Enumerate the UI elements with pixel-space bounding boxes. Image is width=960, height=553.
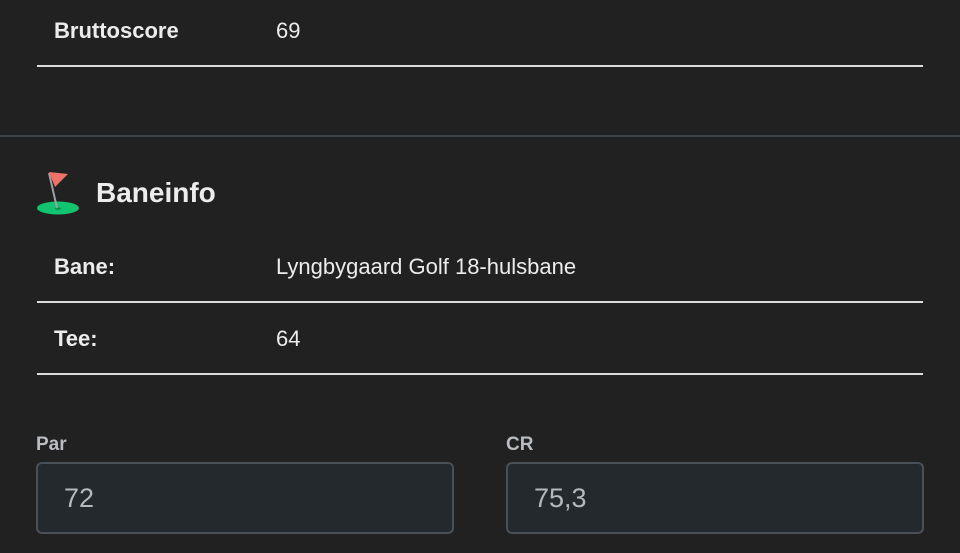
page: Bruttoscore 69 Baneinfo Bane: Lyngbygaar…	[0, 0, 960, 553]
row-label: Bane:	[54, 254, 116, 279]
info-row-tee: Tee: 64	[37, 304, 923, 375]
row-value: 69	[276, 18, 301, 43]
section-header-baneinfo: Baneinfo	[36, 168, 216, 218]
cr-field: CR	[506, 432, 924, 534]
score-row-bruttoscore: Bruttoscore 69	[37, 0, 923, 67]
row-label: Tee:	[54, 325, 98, 351]
row-label: Bruttoscore	[54, 18, 179, 43]
row-value: Lyngbygaard Golf 18-hulsbane	[276, 254, 577, 279]
par-field: Par	[36, 432, 454, 534]
par-label: Par	[36, 434, 67, 455]
par-input[interactable]	[36, 462, 454, 534]
section-divider	[0, 135, 960, 137]
cr-input[interactable]	[506, 462, 924, 534]
cr-label: CR	[506, 434, 534, 455]
info-row-bane: Bane: Lyngbygaard Golf 18-hulsbane	[37, 233, 923, 303]
row-value: 64	[276, 325, 301, 351]
golf-flag-icon	[37, 172, 79, 215]
section-title: Baneinfo	[96, 177, 216, 208]
